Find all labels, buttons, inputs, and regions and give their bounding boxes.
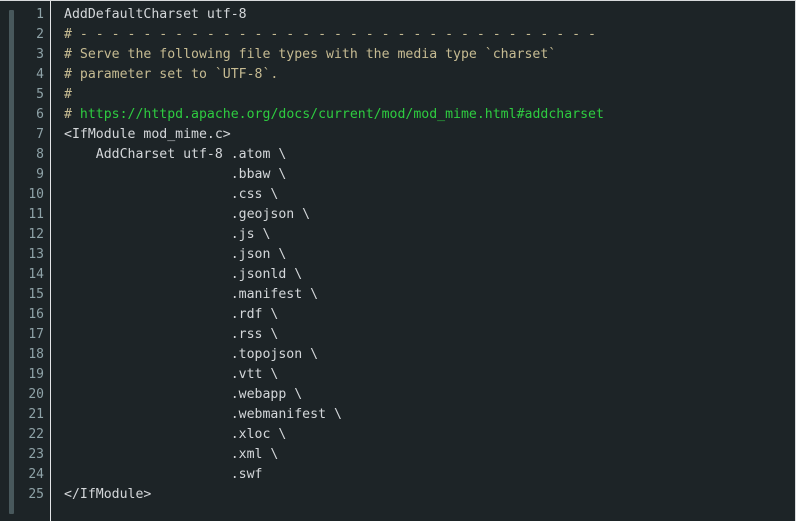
line-number: 13 [28, 247, 44, 262]
code-token-plain: .geojson \ [64, 207, 311, 222]
code-line[interactable]: <IfModule mod_mime.c> [64, 125, 795, 145]
line-number: 19 [28, 367, 44, 382]
code-token-plain: .webmanifest \ [64, 407, 342, 422]
code-line[interactable]: # [64, 85, 795, 105]
line-number: 3 [36, 47, 44, 62]
line-number: 17 [28, 327, 44, 342]
code-token-plain: .xml \ [64, 447, 279, 462]
code-line[interactable]: .js \ [64, 225, 795, 245]
code-token-plain: .jsonld \ [64, 267, 303, 282]
code-token-plain: AddDefaultCharset utf-8 [64, 7, 247, 22]
line-number: 1 [36, 7, 44, 22]
code-line[interactable]: # - - - - - - - - - - - - - - - - - - - … [64, 25, 795, 45]
line-number-gutter: 1 2 3 4 5 6 7 8 9 10 11 12 13 14 15 16 17 18 19 20 21 22 23 24 2… [0, 5, 44, 505]
code-token-plain: .webapp \ [64, 387, 303, 402]
code-line[interactable]: AddDefaultCharset utf-8 [64, 5, 795, 25]
line-number: 4 [36, 67, 44, 82]
line-number: 22 [28, 427, 44, 442]
code-token-plain: .bbaw \ [64, 167, 287, 182]
line-number: 11 [28, 207, 44, 222]
code-line[interactable]: .geojson \ [64, 205, 795, 225]
code-token-comment: # parameter set to `UTF-8`. [64, 67, 279, 82]
line-number: 16 [28, 307, 44, 322]
line-number: 15 [28, 287, 44, 302]
code-viewer[interactable]: 1 2 3 4 5 6 7 8 9 10 11 12 13 14 15 16 17 18 19 20 21 22 23 24 2… [0, 0, 796, 521]
code-line[interactable]: .rss \ [64, 325, 795, 345]
code-token-plain: .rdf \ [64, 307, 279, 322]
line-number: 24 [28, 467, 44, 482]
code-line[interactable]: .webapp \ [64, 385, 795, 405]
code-line[interactable]: # https://httpd.apache.org/docs/current/… [64, 105, 795, 125]
code-token-comment: # Serve the following file types with th… [64, 47, 557, 62]
code-line[interactable]: .topojson \ [64, 345, 795, 365]
code-line[interactable]: # Serve the following file types with th… [64, 45, 795, 65]
line-number: 12 [28, 227, 44, 242]
line-number: 9 [36, 167, 44, 182]
gutter-separator [50, 1, 51, 521]
code-line[interactable]: # parameter set to `UTF-8`. [64, 65, 795, 85]
code-token-plain: AddCharset utf-8 .atom \ [64, 147, 287, 162]
code-line[interactable]: .xml \ [64, 445, 795, 465]
code-token-plain: .xloc \ [64, 427, 287, 442]
code-token-plain: .topojson \ [64, 347, 319, 362]
code-token-plain: .vtt \ [64, 367, 279, 382]
code-token-plain: .js \ [64, 227, 271, 242]
code-token-plain: .swf [64, 467, 263, 482]
code-token-comment: # [64, 107, 80, 122]
code-token-comment: # - - - - - - - - - - - - - - - - - - - … [64, 27, 596, 42]
code-line[interactable]: .css \ [64, 185, 795, 205]
line-number: 20 [28, 387, 44, 402]
line-number: 14 [28, 267, 44, 282]
code-token-plain: </IfModule> [64, 487, 152, 502]
code-line[interactable]: .jsonld \ [64, 265, 795, 285]
line-number: 8 [36, 147, 44, 162]
code-line[interactable]: .swf [64, 465, 795, 485]
code-token-plain: .manifest \ [64, 287, 319, 302]
line-number: 18 [28, 347, 44, 362]
line-number: 5 [36, 87, 44, 102]
code-token-plain: <IfModule mod_mime.c> [64, 127, 231, 142]
code-token-plain: .rss \ [64, 327, 279, 342]
code-link[interactable]: https://httpd.apache.org/docs/current/mo… [80, 107, 604, 122]
code-line[interactable]: .manifest \ [64, 285, 795, 305]
code-line[interactable]: .rdf \ [64, 305, 795, 325]
code-line[interactable]: AddCharset utf-8 .atom \ [64, 145, 795, 165]
line-number: 6 [36, 107, 44, 122]
line-number: 23 [28, 447, 44, 462]
code-line[interactable]: </IfModule> [64, 485, 795, 505]
line-number: 2 [36, 27, 44, 42]
code-token-plain: .css \ [64, 187, 279, 202]
code-line[interactable]: .bbaw \ [64, 165, 795, 185]
code-line[interactable]: .xloc \ [64, 425, 795, 445]
line-number: 21 [28, 407, 44, 422]
code-line[interactable]: .webmanifest \ [64, 405, 795, 425]
code-line[interactable]: .json \ [64, 245, 795, 265]
code-token-plain: .json \ [64, 247, 287, 262]
code-line[interactable]: .vtt \ [64, 365, 795, 385]
code-content[interactable]: AddDefaultCharset utf-8 # - - - - - - - -… [64, 5, 795, 505]
line-number: 10 [28, 187, 44, 202]
line-number: 25 [28, 487, 44, 502]
line-number: 7 [36, 127, 44, 142]
code-token-comment: # [64, 87, 72, 102]
